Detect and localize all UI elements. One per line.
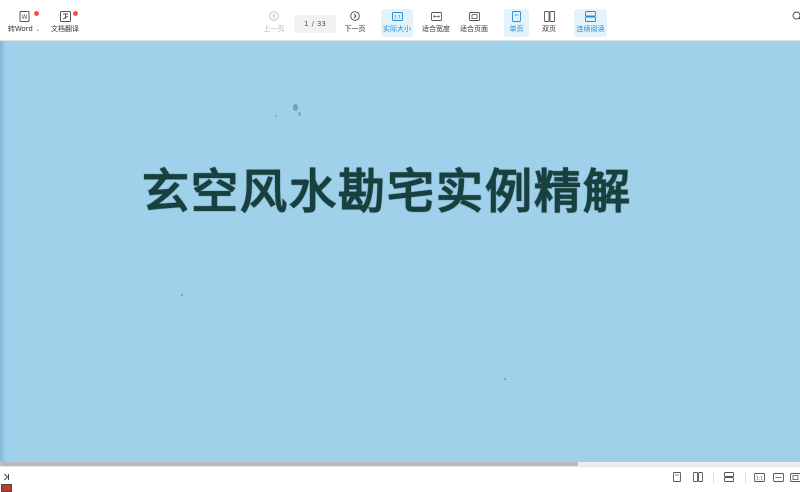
continuous-reading-label: 连续阅读 <box>576 25 605 33</box>
paper-speck <box>275 115 277 117</box>
expand-sidebar-icon[interactable] <box>2 471 14 483</box>
fit-width-label: 适合宽度 <box>422 25 450 33</box>
double-page-icon <box>542 9 556 23</box>
circle-arrow-left-icon <box>267 9 281 23</box>
continuous-icon[interactable] <box>723 471 735 483</box>
status-divider <box>713 472 714 483</box>
fit-page-label: 适合页面 <box>460 25 488 33</box>
word-icon: W <box>17 9 31 23</box>
paper-speck <box>298 112 301 116</box>
search-button[interactable] <box>792 9 800 37</box>
current-page: 1 <box>304 20 309 28</box>
convert-to-word-label: 转Word <box>7 25 33 33</box>
prev-page-button[interactable]: 上一页 <box>262 9 286 37</box>
fit-width-button[interactable]: 适合宽度 <box>421 9 451 37</box>
notification-dot <box>73 11 78 16</box>
page-separator: / <box>311 20 314 28</box>
actual-size-label: 实际大小 <box>383 25 411 33</box>
chevron-down-icon: ⌄ <box>35 26 41 33</box>
prev-page-label: 上一页 <box>263 25 285 33</box>
fit-page-icon <box>467 9 481 23</box>
total-pages: 33 <box>316 20 326 28</box>
svg-text:1:1: 1:1 <box>393 14 400 20</box>
double-page-label: 双页 <box>542 25 556 33</box>
svg-text:1:1: 1:1 <box>755 475 762 481</box>
single-page-button[interactable]: 单页 <box>504 9 529 37</box>
document-page-view: 玄空风水勘宅实例精解 <box>0 41 800 464</box>
next-page-button[interactable]: 下一页 <box>343 9 367 37</box>
actual-size-icon[interactable]: 1:1 <box>753 471 765 483</box>
fit-width-icon[interactable] <box>772 471 784 483</box>
search-icon <box>792 9 800 23</box>
double-page-icon[interactable] <box>692 471 704 483</box>
paper-speck <box>504 378 506 380</box>
top-toolbar: W 转Word ⌄ 文档翻译 上一页 1 / 33 下一页 1:1 实际大小 适… <box>0 0 800 41</box>
notification-dot <box>34 11 39 16</box>
paper-speck <box>181 294 183 296</box>
fit-page-button[interactable]: 适合页面 <box>459 9 489 37</box>
next-page-label: 下一页 <box>344 25 366 33</box>
fit-page-icon[interactable] <box>789 471 800 483</box>
book-title: 玄空风水勘宅实例精解 <box>142 165 632 220</box>
status-divider <box>745 472 746 483</box>
actual-size-button[interactable]: 1:1 实际大小 <box>381 9 413 37</box>
svg-text:W: W <box>21 14 27 21</box>
actual-size-icon: 1:1 <box>390 9 404 23</box>
single-page-icon <box>510 9 524 23</box>
single-page-icon[interactable] <box>671 471 683 483</box>
bottom-status-bar: 1:1 <box>0 466 800 492</box>
translate-icon <box>58 9 72 23</box>
continuous-reading-button[interactable]: 连续阅读 <box>574 9 607 37</box>
continuous-icon <box>584 9 598 23</box>
fit-width-icon <box>429 9 443 23</box>
app-taskbar-icon[interactable] <box>1 484 12 492</box>
page-number-field[interactable]: 1 / 33 <box>294 15 336 33</box>
paper-speck <box>293 104 298 111</box>
translate-document-label: 文档翻译 <box>51 25 79 33</box>
single-page-label: 单页 <box>509 25 524 33</box>
page-edge-shadow <box>0 41 6 464</box>
double-page-button[interactable]: 双页 <box>537 9 561 37</box>
circle-arrow-right-icon <box>348 9 362 23</box>
